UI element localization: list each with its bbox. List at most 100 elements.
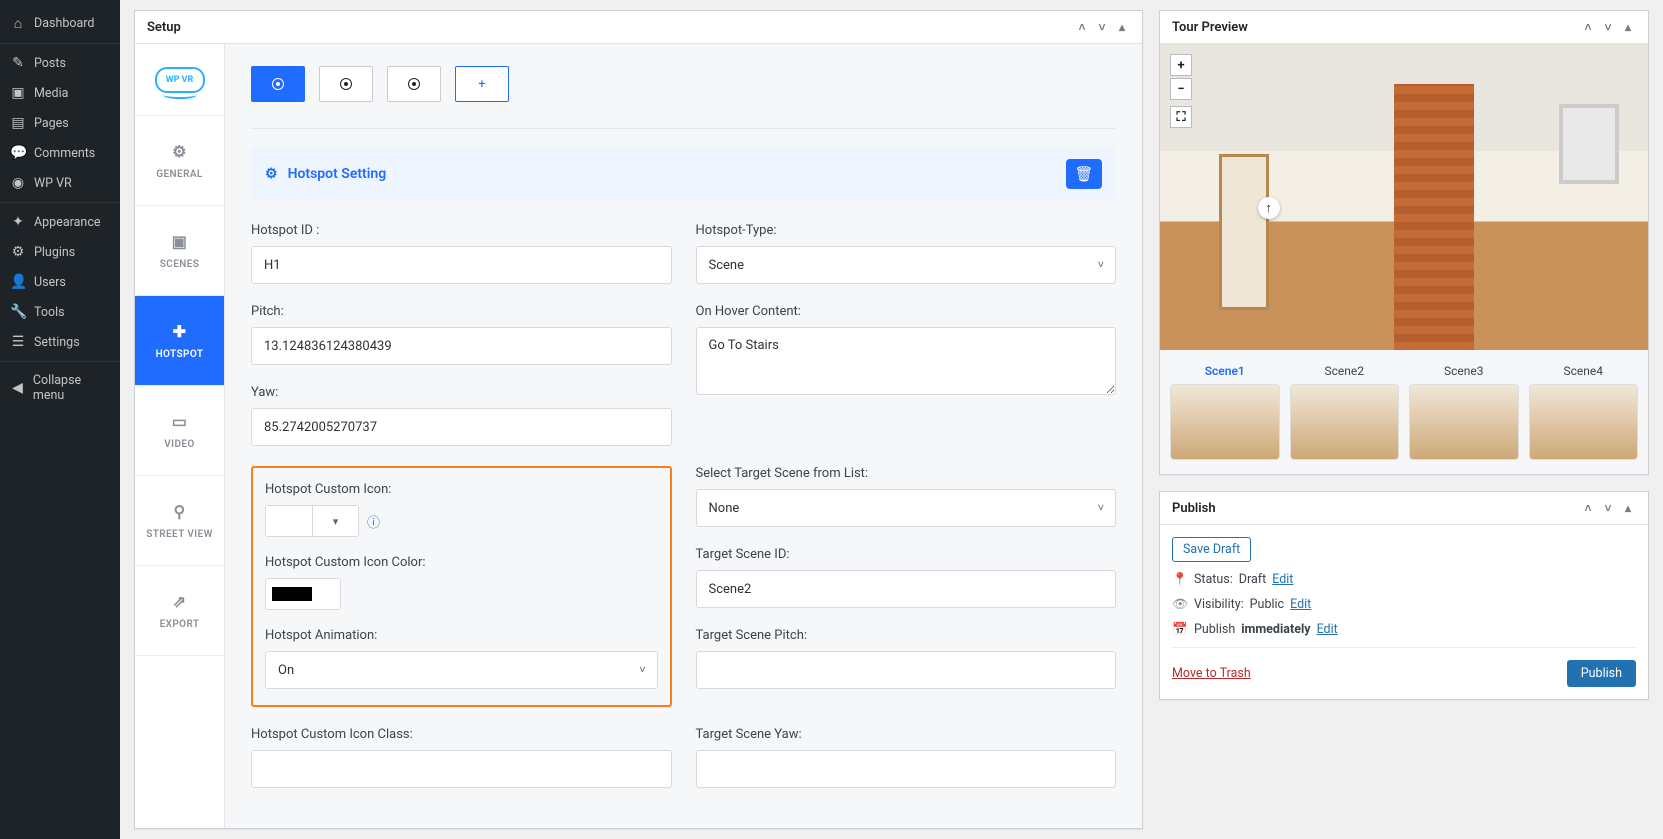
- nav-dashboard[interactable]: ⌂Dashboard: [0, 8, 120, 39]
- separator: [0, 361, 120, 362]
- panel-down-icon[interactable]: ˅: [1600, 500, 1616, 516]
- scene-name: Scene4: [1529, 364, 1639, 378]
- hotspot-add-button[interactable]: +: [455, 66, 509, 102]
- tab-label: SCENES: [160, 259, 200, 270]
- color-swatch-button[interactable]: [265, 578, 341, 610]
- hotspot-type-select[interactable]: [696, 246, 1117, 284]
- hotspot-nav-pin[interactable]: ↑: [1258, 197, 1280, 219]
- target-yaw-input[interactable]: [696, 750, 1117, 788]
- panel-up-icon[interactable]: ˄: [1074, 19, 1090, 35]
- nav-wpvr[interactable]: ◉WP VR: [0, 168, 120, 198]
- brick-column: [1394, 84, 1474, 350]
- tab-label: VIDEO: [164, 439, 194, 450]
- scene-card-3[interactable]: Scene3: [1409, 364, 1519, 460]
- edit-schedule-link[interactable]: Edit: [1317, 622, 1338, 637]
- status-value: Draft: [1239, 572, 1266, 587]
- tab-scenes[interactable]: ▣SCENES: [135, 206, 224, 296]
- hotspot-select-2[interactable]: [319, 66, 373, 102]
- tab-export[interactable]: ⇗EXPORT: [135, 566, 224, 656]
- panel-toggle-icon[interactable]: ▴: [1620, 19, 1636, 35]
- scene-thumb: [1290, 384, 1400, 460]
- panel-up-icon[interactable]: ˄: [1580, 19, 1596, 35]
- target-pitch-input[interactable]: [696, 651, 1117, 689]
- dashboard-icon: ⌂: [10, 15, 26, 32]
- hotspot-id-label: Hotspot ID :: [251, 223, 672, 238]
- tab-label: EXPORT: [160, 619, 200, 630]
- field-hotspot-id: Hotspot ID :: [251, 223, 672, 284]
- publish-title: Publish: [1172, 501, 1216, 516]
- scene-thumb: [1529, 384, 1639, 460]
- nav-label: Comments: [34, 146, 95, 161]
- nav-plugins[interactable]: ⚙Plugins: [0, 237, 120, 267]
- nav-pages[interactable]: ▤Pages: [0, 108, 120, 138]
- custom-class-input[interactable]: [251, 750, 672, 788]
- icon-dropdown-button[interactable]: ▾: [312, 506, 358, 536]
- nav-label: WP VR: [34, 176, 72, 191]
- select-target-select[interactable]: [696, 489, 1117, 527]
- custom-icon-picker: ▾ ⓘ: [265, 505, 658, 537]
- nav-settings[interactable]: ☰Settings: [0, 327, 120, 357]
- pitch-input[interactable]: [251, 327, 672, 365]
- zoom-in-button[interactable]: +: [1170, 54, 1192, 76]
- separator: [0, 43, 120, 44]
- scene-card-4[interactable]: Scene4: [1529, 364, 1639, 460]
- scene-card-2[interactable]: Scene2: [1290, 364, 1400, 460]
- visibility-label: Visibility:: [1194, 597, 1244, 612]
- panel-down-icon[interactable]: ˅: [1600, 19, 1616, 35]
- fullscreen-button[interactable]: ⛶: [1170, 106, 1192, 128]
- panel-toggle-icon[interactable]: ▴: [1114, 19, 1130, 35]
- nav-media[interactable]: ▣Media: [0, 78, 120, 108]
- plus-icon: +: [478, 77, 485, 92]
- move-to-trash-link[interactable]: Move to Trash: [1172, 666, 1251, 681]
- nav-label: Posts: [34, 56, 66, 71]
- delete-hotspot-button[interactable]: 🗑: [1066, 159, 1102, 189]
- nav-comments[interactable]: 💬Comments: [0, 138, 120, 168]
- field-target-pitch: Target Scene Pitch:: [696, 628, 1117, 689]
- nav-users[interactable]: 👤Users: [0, 267, 120, 297]
- target-id-input[interactable]: [696, 570, 1117, 608]
- field-hover-content: On Hover Content: Go To Stairs: [696, 304, 1117, 446]
- hotspot-select-3[interactable]: [387, 66, 441, 102]
- gear-icon: ⚙: [172, 142, 187, 161]
- edit-visibility-link[interactable]: Edit: [1290, 597, 1311, 612]
- media-icon: ▣: [10, 85, 26, 101]
- tab-video[interactable]: ▭ VIDEO: [135, 386, 224, 476]
- field-custom-icon: Hotspot Custom Icon: ▾ ⓘ: [265, 482, 658, 537]
- hotspot-dot-icon: [272, 78, 284, 90]
- panorama-viewport[interactable]: + − ⛶ ↑: [1160, 44, 1648, 350]
- panel-toggle-icon[interactable]: ▴: [1620, 500, 1636, 516]
- hotspot-id-input[interactable]: [251, 246, 672, 284]
- publish-button[interactable]: Publish: [1567, 660, 1636, 687]
- video-icon: ▭: [172, 412, 188, 431]
- tab-streetview[interactable]: ⚲STREET VIEW: [135, 476, 224, 566]
- nav-appearance[interactable]: ✦Appearance: [0, 207, 120, 237]
- target-id-label: Target Scene ID:: [696, 547, 1117, 562]
- schedule-value: immediately: [1241, 622, 1310, 637]
- panel-controls: ˄ ˅ ▴: [1074, 19, 1130, 35]
- save-draft-button[interactable]: Save Draft: [1172, 537, 1251, 562]
- nav-collapse[interactable]: ◀Collapse menu: [0, 366, 120, 410]
- hover-textarea[interactable]: Go To Stairs: [696, 327, 1117, 395]
- gear-icon: ⚙: [265, 166, 278, 182]
- wpvr-logo-cell: WP VR: [135, 44, 224, 116]
- panel-up-icon[interactable]: ˄: [1580, 500, 1596, 516]
- custom-color-label: Hotspot Custom Icon Color:: [265, 555, 658, 570]
- hotspot-dot-icon: [340, 78, 352, 90]
- target-yaw-label: Target Scene Yaw:: [696, 727, 1117, 742]
- zoom-out-button[interactable]: −: [1170, 78, 1192, 100]
- panel-down-icon[interactable]: ˅: [1094, 19, 1110, 35]
- appearance-icon: ✦: [10, 214, 26, 230]
- nav-posts[interactable]: ✎Posts: [0, 48, 120, 78]
- edit-status-link[interactable]: Edit: [1272, 572, 1293, 587]
- tab-general[interactable]: ⚙GENERAL: [135, 116, 224, 206]
- tab-label: HOTSPOT: [156, 349, 204, 360]
- animation-select[interactable]: [265, 651, 658, 689]
- info-icon[interactable]: ⓘ: [367, 512, 380, 531]
- yaw-input[interactable]: [251, 408, 672, 446]
- field-hotspot-animation: Hotspot Animation: ˅: [265, 628, 658, 689]
- hotspot-select-1[interactable]: [251, 66, 305, 102]
- nav-tools[interactable]: 🔧Tools: [0, 297, 120, 327]
- hotspot-type-label: Hotspot-Type:: [696, 223, 1117, 238]
- tab-hotspot[interactable]: ✚HOTSPOT: [135, 296, 224, 386]
- scene-card-1[interactable]: Scene1: [1170, 364, 1280, 460]
